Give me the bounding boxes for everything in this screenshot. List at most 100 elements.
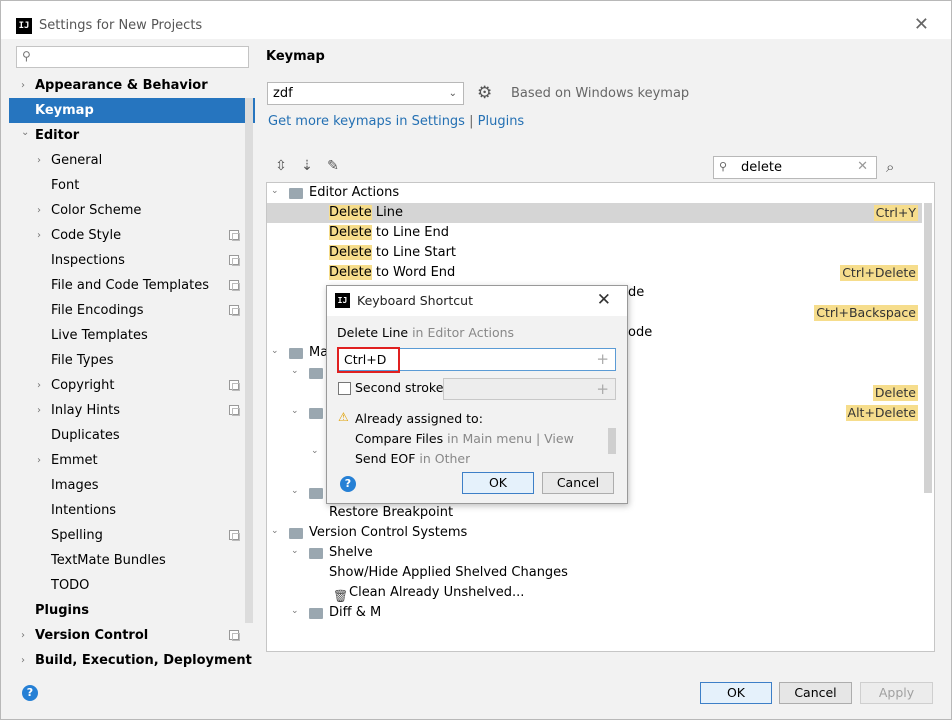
keyboard-shortcut-dialog: IJ Keyboard Shortcut ✕ Delete Line in Ed… bbox=[326, 285, 628, 504]
sidebar-item-editor[interactable]: ⌄ Editor bbox=[9, 123, 255, 148]
chevron-down-icon[interactable]: ⌄ bbox=[21, 120, 29, 145]
sidebar-item-emmet[interactable]: › Emmet bbox=[9, 448, 255, 473]
sidebar-item-version-control[interactable]: › Version Control bbox=[9, 623, 255, 648]
sidebar-item-plugins[interactable]: Plugins bbox=[9, 598, 255, 623]
keymap-filter-input[interactable]: ⚲ delete ✕ bbox=[713, 156, 877, 179]
sidebar-item-appearance-behavior[interactable]: › Appearance & Behavior bbox=[9, 73, 255, 98]
second-stroke-field[interactable]: + bbox=[443, 378, 616, 400]
help-icon[interactable]: ? bbox=[340, 476, 356, 492]
add-stroke-icon[interactable]: + bbox=[596, 379, 609, 400]
chevron-down-icon[interactable]: ⌄ bbox=[271, 183, 279, 201]
expand-all-icon[interactable]: ⇳ bbox=[272, 157, 290, 175]
first-stroke-field[interactable]: Ctrl+D + bbox=[337, 347, 616, 373]
sidebar-item-inlay-hints[interactable]: › Inlay Hints bbox=[9, 398, 255, 423]
match-highlight: Delete bbox=[329, 205, 372, 220]
sidebar-item-font[interactable]: Font bbox=[9, 173, 255, 198]
action-label-part: Show/Hide Applied Shelved Changes bbox=[329, 565, 568, 580]
keymap-dropdown[interactable]: zdf ⌄ bbox=[267, 82, 464, 105]
keymap-action-row[interactable]: Show/Hide Applied Shelved Changes bbox=[267, 563, 922, 583]
keymap-action-row[interactable]: Delete Line Ctrl+Y bbox=[267, 203, 922, 223]
action-label-part: to Word End bbox=[371, 265, 456, 280]
keymap-action-row[interactable]: Delete to Line Start bbox=[267, 243, 922, 263]
chevron-right-icon[interactable]: › bbox=[21, 623, 25, 648]
action-label-part: Shelve bbox=[329, 545, 373, 560]
action-name: Delete Line bbox=[337, 325, 409, 340]
chevron-down-icon[interactable]: ⌄ bbox=[291, 361, 299, 381]
keymap-action-row[interactable]: ⌄ Diff & M bbox=[267, 603, 922, 623]
sidebar-item-duplicates[interactable]: Duplicates bbox=[9, 423, 255, 448]
close-icon[interactable]: ✕ bbox=[914, 15, 929, 35]
sidebar-item-spelling[interactable]: Spelling bbox=[9, 523, 255, 548]
sidebar-item-live-templates[interactable]: Live Templates bbox=[9, 323, 255, 348]
sidebar-item-build-execution-deployment[interactable]: › Build, Execution, Deployment bbox=[9, 648, 255, 673]
keymap-action-row[interactable]: ⌄ Shelve bbox=[267, 543, 922, 563]
sidebar-item-label: Live Templates bbox=[51, 328, 148, 343]
keymap-action-row[interactable]: Delete to Word End Ctrl+Delete bbox=[267, 263, 922, 283]
chevron-down-icon[interactable]: ⌄ bbox=[291, 601, 299, 621]
conflict-item: Compare Files in Main menu | View bbox=[355, 431, 574, 446]
collapse-all-icon[interactable]: ⇣ bbox=[298, 157, 316, 175]
sidebar-item-file-types[interactable]: File Types bbox=[9, 348, 255, 373]
chevron-down-icon[interactable]: ⌄ bbox=[291, 401, 299, 421]
keymap-action-row[interactable]: Delete to Line End bbox=[267, 223, 922, 243]
dialog-ok-button[interactable]: OK bbox=[462, 472, 534, 494]
help-icon[interactable]: ? bbox=[22, 685, 38, 701]
sidebar-item-label: Duplicates bbox=[51, 428, 120, 443]
chevron-right-icon[interactable]: › bbox=[37, 223, 41, 248]
conflicts-scrollbar[interactable] bbox=[608, 428, 616, 454]
sidebar-scrollbar[interactable] bbox=[245, 98, 253, 623]
chevron-right-icon[interactable]: › bbox=[21, 648, 25, 673]
chevron-right-icon[interactable]: › bbox=[21, 73, 25, 98]
sidebar-item-general[interactable]: › General bbox=[9, 148, 255, 173]
sidebar-item-label: TextMate Bundles bbox=[51, 553, 166, 568]
sidebar-item-label: Plugins bbox=[35, 603, 89, 618]
sidebar-item-copyright[interactable]: › Copyright bbox=[9, 373, 255, 398]
cancel-button[interactable]: Cancel bbox=[779, 682, 852, 704]
folder-icon bbox=[309, 368, 323, 379]
chevron-right-icon[interactable]: › bbox=[37, 398, 41, 423]
keymap-action-row[interactable]: ⌄ Editor Actions bbox=[267, 183, 922, 203]
find-by-shortcut-icon[interactable]: ⌕ bbox=[886, 158, 894, 176]
keymap-action-row[interactable]: Restore Breakpoint bbox=[267, 503, 922, 523]
add-stroke-icon[interactable]: + bbox=[596, 349, 609, 370]
project-scope-icon bbox=[229, 530, 240, 541]
plugins-link[interactable]: Plugins bbox=[478, 114, 525, 129]
sidebar-item-keymap[interactable]: Keymap bbox=[9, 98, 255, 123]
second-stroke-checkbox[interactable] bbox=[338, 382, 351, 395]
sidebar-item-textmate-bundles[interactable]: TextMate Bundles bbox=[9, 548, 255, 573]
action-label: Delete Line bbox=[329, 203, 403, 223]
settings-link[interactable]: Get more keymaps in Settings bbox=[268, 114, 465, 129]
chevron-right-icon[interactable]: › bbox=[37, 448, 41, 473]
apply-button[interactable]: Apply bbox=[860, 682, 933, 704]
sidebar-item-label: TODO bbox=[51, 578, 90, 593]
action-label-part: ode bbox=[628, 325, 653, 340]
sidebar-item-code-style[interactable]: › Code Style bbox=[9, 223, 255, 248]
chevron-right-icon[interactable]: › bbox=[37, 198, 41, 223]
sidebar-item-images[interactable]: Images bbox=[9, 473, 255, 498]
gear-icon[interactable]: ⚙ bbox=[477, 83, 492, 103]
sidebar-item-inspections[interactable]: Inspections bbox=[9, 248, 255, 273]
chevron-down-icon[interactable]: ⌄ bbox=[271, 341, 279, 361]
clear-icon[interactable]: ✕ bbox=[857, 159, 868, 174]
chevron-down-icon[interactable]: ⌄ bbox=[291, 481, 299, 501]
sidebar-item-file-and-code-templates[interactable]: File and Code Templates bbox=[9, 273, 255, 298]
keymap-action-row[interactable]: ⌄ Version Control Systems bbox=[267, 523, 922, 543]
sidebar-item-todo[interactable]: TODO bbox=[9, 573, 255, 598]
match-highlight: Delete bbox=[329, 265, 372, 280]
chevron-down-icon[interactable]: ⌄ bbox=[311, 441, 319, 461]
ok-button[interactable]: OK bbox=[700, 682, 772, 704]
actions-scrollbar[interactable] bbox=[924, 203, 932, 493]
chevron-down-icon[interactable]: ⌄ bbox=[271, 521, 279, 541]
chevron-right-icon[interactable]: › bbox=[37, 373, 41, 398]
chevron-right-icon[interactable]: › bbox=[37, 148, 41, 173]
dialog-cancel-button[interactable]: Cancel bbox=[542, 472, 614, 494]
keymap-action-row[interactable]: 🗑 Clean Already Unshelved... bbox=[267, 583, 922, 603]
chevron-down-icon[interactable]: ⌄ bbox=[291, 541, 299, 561]
settings-search-input[interactable]: ⚲ bbox=[16, 46, 249, 68]
sidebar-item-intentions[interactable]: Intentions bbox=[9, 498, 255, 523]
close-icon[interactable]: ✕ bbox=[597, 290, 611, 310]
intellij-app-icon: IJ bbox=[16, 18, 32, 34]
sidebar-item-color-scheme[interactable]: › Color Scheme bbox=[9, 198, 255, 223]
sidebar-item-file-encodings[interactable]: File Encodings bbox=[9, 298, 255, 323]
edit-pencil-icon[interactable]: ✎ bbox=[324, 157, 342, 175]
